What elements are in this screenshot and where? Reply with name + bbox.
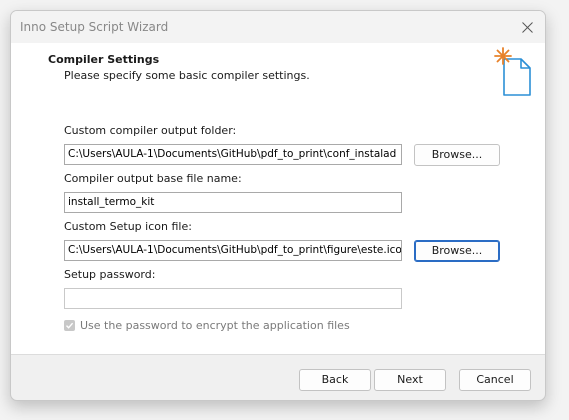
output-base-name-input[interactable]: install_termo_kit — [64, 192, 402, 213]
browse-icon-button[interactable]: Browse... — [414, 240, 500, 262]
next-button[interactable]: Next — [374, 369, 446, 391]
back-button[interactable]: Back — [299, 369, 371, 391]
title-bar: Inno Setup Script Wizard — [11, 11, 545, 43]
close-button[interactable] — [509, 11, 545, 43]
encrypt-checkbox-row[interactable]: Use the password to encrypt the applicat… — [64, 319, 350, 332]
browse-output-folder-button[interactable]: Browse... — [414, 144, 500, 166]
output-folder-label: Custom compiler output folder: — [64, 124, 237, 137]
wizard-window: Inno Setup Script Wizard Compiler Settin… — [10, 10, 546, 401]
output-base-name-label: Compiler output base file name: — [64, 172, 242, 185]
output-folder-input[interactable]: C:\Users\AULA-1\Documents\GitHub\pdf_to_… — [64, 144, 402, 165]
page-title: Compiler Settings — [48, 53, 160, 66]
wizard-body: Custom compiler output folder: C:\Users\… — [11, 113, 545, 354]
close-icon — [521, 21, 533, 33]
page-subtitle: Please specify some basic compiler setti… — [64, 69, 310, 82]
window-title: Inno Setup Script Wizard — [20, 20, 169, 34]
wizard-header: Compiler Settings Please specify some ba… — [11, 43, 545, 113]
cancel-button[interactable]: Cancel — [459, 369, 531, 391]
setup-password-input[interactable] — [64, 288, 402, 309]
setup-icon-input[interactable]: C:\Users\AULA-1\Documents\GitHub\pdf_to_… — [64, 240, 402, 261]
setup-password-label: Setup password: — [64, 268, 156, 281]
check-icon — [66, 322, 74, 329]
new-document-icon — [494, 47, 531, 96]
encrypt-checkbox-label: Use the password to encrypt the applicat… — [80, 319, 350, 332]
encrypt-checkbox[interactable] — [64, 320, 75, 331]
setup-icon-label: Custom Setup icon file: — [64, 220, 192, 233]
footer-divider — [11, 354, 545, 355]
